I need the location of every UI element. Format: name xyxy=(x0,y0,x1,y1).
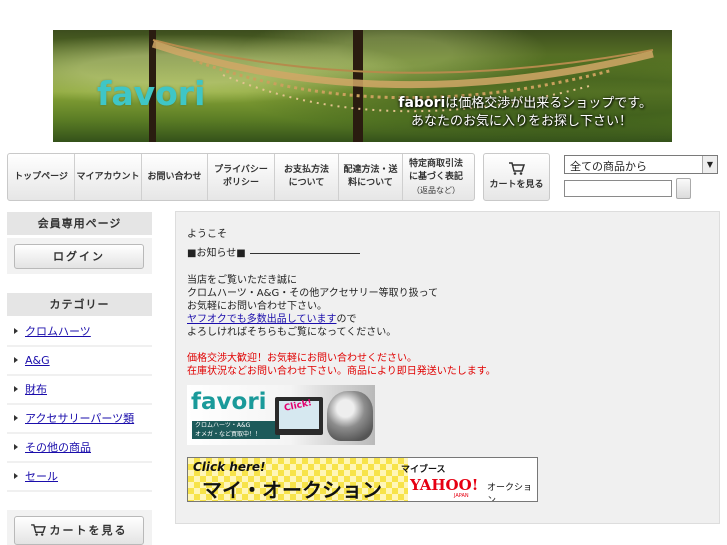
cart-button-sidebar[interactable]: カートを見る xyxy=(14,516,144,545)
category-link[interactable]: 財布 xyxy=(25,383,47,396)
notice-red-line: 在庫状況などお問い合わせ下さい。商品により即日発送いたします。 xyxy=(187,366,496,377)
notice-heading-text: ■お知らせ■ xyxy=(187,248,246,259)
nav-top-page[interactable]: トップページ xyxy=(8,154,75,200)
category-item: アクセサリーパーツ類 xyxy=(7,405,152,434)
auction-title: マイ・オークション xyxy=(202,478,382,502)
tagline-text: は価格交渉が出来るショップです。 xyxy=(445,96,652,111)
promo-logo: favori xyxy=(191,389,267,415)
promo-subtitle-line: クロムハーツ・A&G xyxy=(195,422,251,429)
banner-subtagline: あなたのお気に入りをお探し下さい！ xyxy=(410,114,632,129)
nav-contact[interactable]: お問い合わせ xyxy=(142,154,208,200)
category-link[interactable]: A&G xyxy=(25,354,50,367)
welcome-text: ようこそ xyxy=(187,229,227,240)
category-link[interactable]: クロムハーツ xyxy=(25,325,91,338)
chevron-down-icon: ▼ xyxy=(702,156,717,173)
login-button[interactable]: ログイン xyxy=(14,244,144,269)
promo-subtitle-line: オメガ・など買取中！！ xyxy=(195,431,262,438)
caret-right-icon xyxy=(14,415,18,421)
nav-label: プライバシーポリシー xyxy=(214,165,268,188)
nav-privacy-policy[interactable]: プライバシーポリシー xyxy=(208,154,275,200)
search-button[interactable] xyxy=(676,178,691,199)
nav-my-account[interactable]: マイアカウント xyxy=(75,154,142,200)
yahoo-japan-text: JAPAN xyxy=(454,493,469,499)
nav-sublabel: （返品など） xyxy=(412,185,460,195)
caret-right-icon xyxy=(14,444,18,450)
category-item: セール xyxy=(7,463,152,492)
member-section-heading: 会員専用ページ xyxy=(7,212,152,235)
caret-right-icon xyxy=(14,473,18,479)
cart-icon xyxy=(508,162,525,175)
caret-right-icon xyxy=(14,357,18,363)
dog-photo xyxy=(327,391,373,441)
nav-label: 特定商取引法に基づく表記 xyxy=(408,158,463,182)
category-section-heading: カテゴリー xyxy=(7,293,152,316)
nav-delivery[interactable]: 配達方法・送料について xyxy=(339,154,403,200)
cart-button-label: カートを見る xyxy=(49,524,128,537)
auction-mybooth: マイブース xyxy=(401,465,446,475)
nav-label: マイアカウント xyxy=(76,171,140,182)
nav-payment[interactable]: お支払方法について xyxy=(275,154,339,200)
main-content: ようこそ ■お知らせ■ 当店をご覧いただき誠に クロムハーツ・A&G・その他アク… xyxy=(175,211,720,524)
category-select-value: 全ての商品から xyxy=(570,160,647,173)
header-banner: favori faboriは価格交渉が出来るショップです。 あなたのお気に入りを… xyxy=(53,30,672,142)
auction-click-here: Click here! xyxy=(193,460,266,474)
my-auction-banner[interactable]: Click here! マイ・オークション マイブース YAHOO! JAPAN… xyxy=(187,457,538,502)
nav-label: お問い合わせ xyxy=(147,171,202,182)
cart-icon xyxy=(30,524,46,536)
cart-button-label: カートを見る xyxy=(489,180,544,190)
favori-promo-banner[interactable]: favori クロムハーツ・A&G オメガ・など買取中！！ Click! xyxy=(187,385,375,445)
category-item: 財布 xyxy=(7,376,152,405)
banner-logo: favori xyxy=(97,74,206,113)
category-item: クロムハーツ xyxy=(7,318,152,347)
nav-label: お支払方法について xyxy=(283,165,329,188)
nav-label: トップページ xyxy=(14,171,68,182)
banner-tagline: faboriは価格交渉が出来るショップです。 xyxy=(398,92,652,111)
category-item: A&G xyxy=(7,347,152,376)
nav-label: 配達方法・送料について xyxy=(343,165,398,188)
divider xyxy=(249,252,360,254)
tagline-brand: fabori xyxy=(398,95,446,111)
category-link[interactable]: アクセサリーパーツ類 xyxy=(25,412,134,425)
category-link[interactable]: その他の商品 xyxy=(25,441,91,454)
main-nav: トップページ マイアカウント お問い合わせ プライバシーポリシー お支払方法につ… xyxy=(7,153,475,201)
caret-right-icon xyxy=(14,328,18,334)
intro-line: よろしければそちらもご覧になってください。 xyxy=(187,327,397,338)
search-input[interactable] xyxy=(564,180,672,197)
category-item: その他の商品 xyxy=(7,434,152,463)
category-list: クロムハーツ A&G 財布 アクセサリーパーツ類 その他の商品 セール xyxy=(7,318,152,492)
cart-button-header[interactable]: カートを見る xyxy=(483,153,550,201)
nav-legal[interactable]: 特定商取引法に基づく表記 （返品など） xyxy=(403,154,469,200)
category-select[interactable]: 全ての商品から ▼ xyxy=(564,155,718,174)
promo-subtitle: クロムハーツ・A&G オメガ・など買取中！！ xyxy=(192,421,280,439)
yahoo-logo: YAHOO! xyxy=(410,476,479,494)
auction-label: オークション xyxy=(487,483,533,502)
caret-right-icon xyxy=(14,386,18,392)
category-link[interactable]: セール xyxy=(25,470,58,483)
notice-heading: ■お知らせ■ xyxy=(187,244,360,259)
